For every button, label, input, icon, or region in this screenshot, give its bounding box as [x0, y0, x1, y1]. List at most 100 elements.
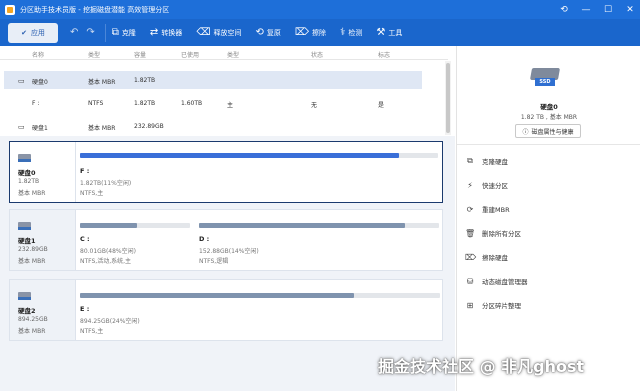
maximize-icon[interactable]: ☐	[602, 5, 614, 15]
minimize-icon[interactable]: —	[580, 5, 592, 15]
action-item[interactable]: ⛁ 动态磁盘管理器	[465, 276, 528, 287]
toolbar-button-label: 复原	[266, 28, 281, 37]
action-item[interactable]: 🗑 删除所有分区	[465, 228, 521, 239]
clone-disk-icon: ⧉	[467, 156, 473, 165]
partition-fs: NTFS	[88, 100, 104, 107]
partition-flag: 是	[378, 102, 385, 109]
toolbar-buttons: ⧉ 克隆 ⇄ 转换器 ⌫ 释放空间 ⟲ 复原 ⌦ 擦除 ⚕ 检测 ⚒ 工具	[112, 27, 417, 38]
window-controls: ⟲ — ☐ ✕	[558, 0, 636, 19]
partition-name: F :	[32, 100, 40, 107]
disk-row[interactable]: ▭ 硬盘1 基本 MBR 232.89GB	[4, 117, 422, 135]
action-label: 重建MBR	[482, 206, 510, 214]
partition-row[interactable]: F : NTFS 1.82TB 1.60TB 主 无 是	[4, 94, 422, 112]
partition-usage-bar	[80, 223, 190, 228]
disk-capacity: 1.82TB	[134, 77, 156, 84]
disk-list-scrollbar[interactable]	[445, 61, 451, 135]
disk-type: 基本 MBR	[88, 125, 116, 132]
clone-icon: ⧉	[111, 27, 119, 38]
disk-card-size: 1.82TB	[18, 178, 40, 185]
col-type[interactable]: 类型	[88, 50, 100, 59]
col-flag[interactable]: 标志	[378, 50, 390, 59]
action-item[interactable]: ⊞ 分区碎片整理	[465, 300, 521, 311]
disk-icon	[18, 154, 31, 162]
title-bar: 分区助手技术员版 - 挖掘磁盘潜能 高效管理分区 ⟲ — ☐ ✕	[0, 0, 640, 19]
toolbar-button[interactable]: ⟲ 复原	[255, 27, 280, 38]
partition-usage-bar	[80, 293, 440, 298]
convert-icon: ⇄	[149, 27, 159, 38]
usage-fill	[80, 223, 138, 228]
disk-row-icon: ▭	[18, 77, 25, 85]
partition-fs: NTFS,活动,系统,主	[80, 258, 132, 265]
apply-button[interactable]: ✔ 应用	[8, 22, 58, 43]
disk-type: 基本 MBR	[88, 79, 116, 86]
disk-card-size: 894.25GB	[18, 316, 48, 323]
partition-label[interactable]: C :	[80, 235, 90, 243]
undo-icon[interactable]: ↶	[70, 27, 78, 38]
action-item[interactable]: ⟳ 重建MBR	[465, 204, 510, 215]
watermark: 掘金技术社区 @ 非凡ghost	[378, 357, 585, 376]
toolbar-button[interactable]: ⚕ 检测	[340, 27, 362, 38]
col-capacity[interactable]: 容量	[134, 50, 146, 59]
disk-row[interactable]: ▭ 硬盘0 基本 MBR 1.82TB	[4, 71, 422, 89]
toolbar-divider	[104, 23, 106, 42]
partition-usage-bar	[80, 153, 438, 158]
action-item[interactable]: ⧉ 克隆硬盘	[465, 156, 508, 166]
apply-label: 应用	[30, 28, 45, 37]
toolbar-button[interactable]: ⚒ 工具	[376, 27, 402, 38]
col-used[interactable]: 已使用	[181, 50, 199, 59]
toolbar-button-label: 检测	[348, 28, 363, 37]
redo-icon[interactable]: ↷	[86, 27, 94, 38]
dynamic-disk-icon: ⛁	[466, 276, 474, 286]
toolbar-button[interactable]: ⌫ 释放空间	[196, 27, 241, 38]
col-status[interactable]: 状态	[311, 50, 323, 59]
disk-card-name: 硬盘0	[18, 169, 36, 177]
partition-info: 1.82TB(11%空闲)	[80, 180, 132, 187]
disk-card-2[interactable]: 硬盘2 894.25GB 基本 MBR E : 894.25GB(24%空闲) …	[9, 279, 443, 341]
usage-fill	[80, 153, 399, 158]
disk-card-name: 硬盘2	[18, 307, 36, 315]
window-title: 分区助手技术员版 - 挖掘磁盘潜能 高效管理分区	[20, 5, 170, 14]
toolbar-button-label: 工具	[388, 28, 403, 37]
partition-label[interactable]: E :	[80, 305, 89, 313]
disk-card-name: 硬盘1	[18, 237, 36, 245]
partition-capacity: 1.82TB	[134, 100, 156, 107]
disk-card-0[interactable]: 硬盘0 1.82TB 基本 MBR F : 1.82TB(11%空闲) NTFS…	[9, 141, 443, 203]
partition-label[interactable]: D :	[199, 235, 209, 243]
partition-label[interactable]: F :	[80, 167, 89, 175]
col-ptype[interactable]: 类型	[227, 50, 239, 59]
partition-ptype: 主	[227, 102, 234, 109]
action-label: 擦除硬盘	[482, 254, 508, 262]
action-item[interactable]: ⚡ 快速分区	[465, 180, 508, 191]
ssd-drive-icon: SSD	[527, 64, 561, 88]
info-icon: ⓘ	[522, 128, 529, 136]
toolbar-button[interactable]: ⌦ 擦除	[295, 27, 326, 38]
disk-icon	[18, 292, 31, 300]
partition-info: 80.01GB(48%空闲)	[80, 248, 136, 255]
selected-disk-name: 硬盘0	[540, 103, 558, 111]
action-label: 动态磁盘管理器	[482, 278, 528, 286]
toolbar-button-label: 转换器	[161, 28, 183, 37]
refresh-icon[interactable]: ⟲	[558, 5, 570, 15]
action-label: 快速分区	[482, 182, 508, 190]
disk-card-info: 硬盘1 232.89GB 基本 MBR	[10, 210, 76, 270]
partition-usage-bar	[199, 223, 439, 228]
close-icon[interactable]: ✕	[624, 5, 636, 15]
disk-card-1[interactable]: 硬盘1 232.89GB 基本 MBR C : 80.01GB(48%空闲) N…	[9, 209, 443, 271]
defrag-icon: ⊞	[466, 300, 474, 310]
disk-properties-label: 磁盘属性与健康	[531, 128, 574, 136]
disk-card-type: 基本 MBR	[18, 258, 46, 265]
action-item[interactable]: ⌦ 擦除硬盘	[465, 252, 508, 263]
wipe-icon: ⌦	[294, 27, 309, 38]
disk-name: 硬盘0	[32, 79, 48, 86]
col-name[interactable]: 名称	[32, 50, 44, 59]
disk-icon	[18, 222, 31, 230]
quick-partition-icon: ⚡	[467, 180, 473, 190]
action-label: 删除所有分区	[482, 230, 521, 238]
check-icon: ⚕	[339, 27, 346, 38]
disk-capacity: 232.89GB	[134, 123, 164, 130]
scrollbar-thumb[interactable]	[446, 63, 450, 133]
disk-properties-button[interactable]: ⓘ 磁盘属性与健康	[515, 124, 581, 138]
disk-name: 硬盘1	[32, 125, 48, 132]
toolbar-button[interactable]: ⧉ 克隆	[112, 27, 136, 38]
toolbar-button[interactable]: ⇄ 转换器	[150, 27, 182, 38]
